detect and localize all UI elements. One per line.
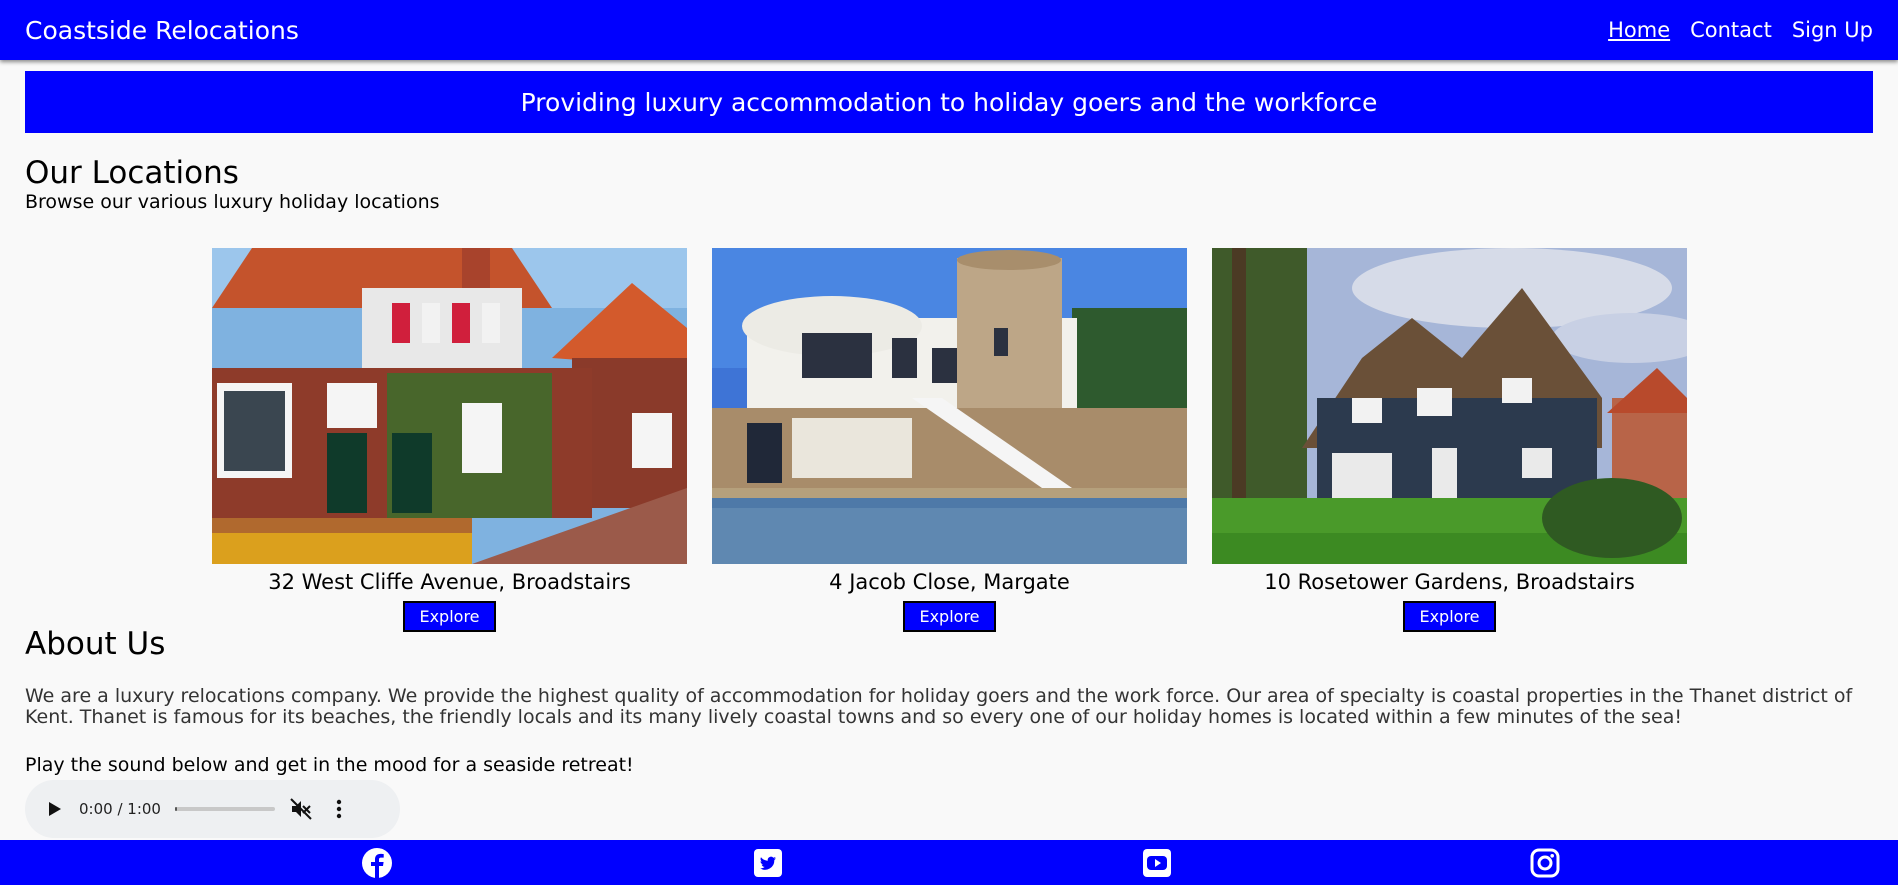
location-card: 10 Rosetower Gardens, Broadstairs Explor…: [1212, 248, 1687, 632]
location-name: 4 Jacob Close, Margate: [829, 570, 1070, 594]
location-card: 4 Jacob Close, Margate Explore: [712, 248, 1187, 632]
audio-time: 0:00 / 1:00: [79, 800, 161, 818]
location-photo-brick-houses[interactable]: [212, 248, 687, 564]
location-photo-villa-pool[interactable]: [712, 248, 1187, 564]
audio-seek-bar[interactable]: [174, 807, 275, 811]
instagram-icon[interactable]: [1529, 847, 1561, 879]
sound-prompt: Play the sound below and get in the mood…: [25, 754, 634, 776]
location-name: 10 Rosetower Gardens, Broadstairs: [1264, 570, 1635, 594]
banner-text: Providing luxury accommodation to holida…: [520, 87, 1378, 117]
navbar: Coastside Relocations Home Contact Sign …: [0, 0, 1898, 60]
more-options-icon[interactable]: [327, 797, 351, 821]
facebook-icon[interactable]: [361, 847, 393, 879]
location-name: 32 West Cliffe Avenue, Broadstairs: [268, 570, 631, 594]
explore-button[interactable]: Explore: [403, 601, 496, 632]
locations-subtitle: Browse our various luxury holiday locati…: [25, 191, 440, 213]
explore-button[interactable]: Explore: [903, 601, 996, 632]
explore-button[interactable]: Explore: [1403, 601, 1496, 632]
mute-icon[interactable]: [289, 797, 313, 821]
hero-banner: Providing luxury accommodation to holida…: [25, 71, 1873, 133]
about-heading: About Us: [25, 626, 166, 662]
site-brand[interactable]: Coastside Relocations: [25, 16, 299, 45]
location-card: 32 West Cliffe Avenue, Broadstairs Explo…: [212, 248, 687, 632]
location-cards: 32 West Cliffe Avenue, Broadstairs Explo…: [212, 248, 1687, 632]
footer: [0, 840, 1898, 885]
nav-links: Home Contact Sign Up: [1608, 18, 1873, 42]
nav-home-link[interactable]: Home: [1608, 18, 1670, 42]
locations-heading: Our Locations: [25, 155, 239, 191]
youtube-icon[interactable]: [1141, 847, 1173, 879]
play-icon[interactable]: [45, 799, 65, 819]
location-photo-wooden-house[interactable]: [1212, 248, 1687, 564]
nav-signup-link[interactable]: Sign Up: [1792, 18, 1873, 42]
nav-contact-link[interactable]: Contact: [1690, 18, 1772, 42]
twitter-icon[interactable]: [752, 847, 784, 879]
audio-player: 0:00 / 1:00: [25, 780, 400, 838]
audio-progress-fill: [174, 807, 177, 811]
about-paragraph: We are a luxury relocations company. We …: [25, 685, 1853, 728]
